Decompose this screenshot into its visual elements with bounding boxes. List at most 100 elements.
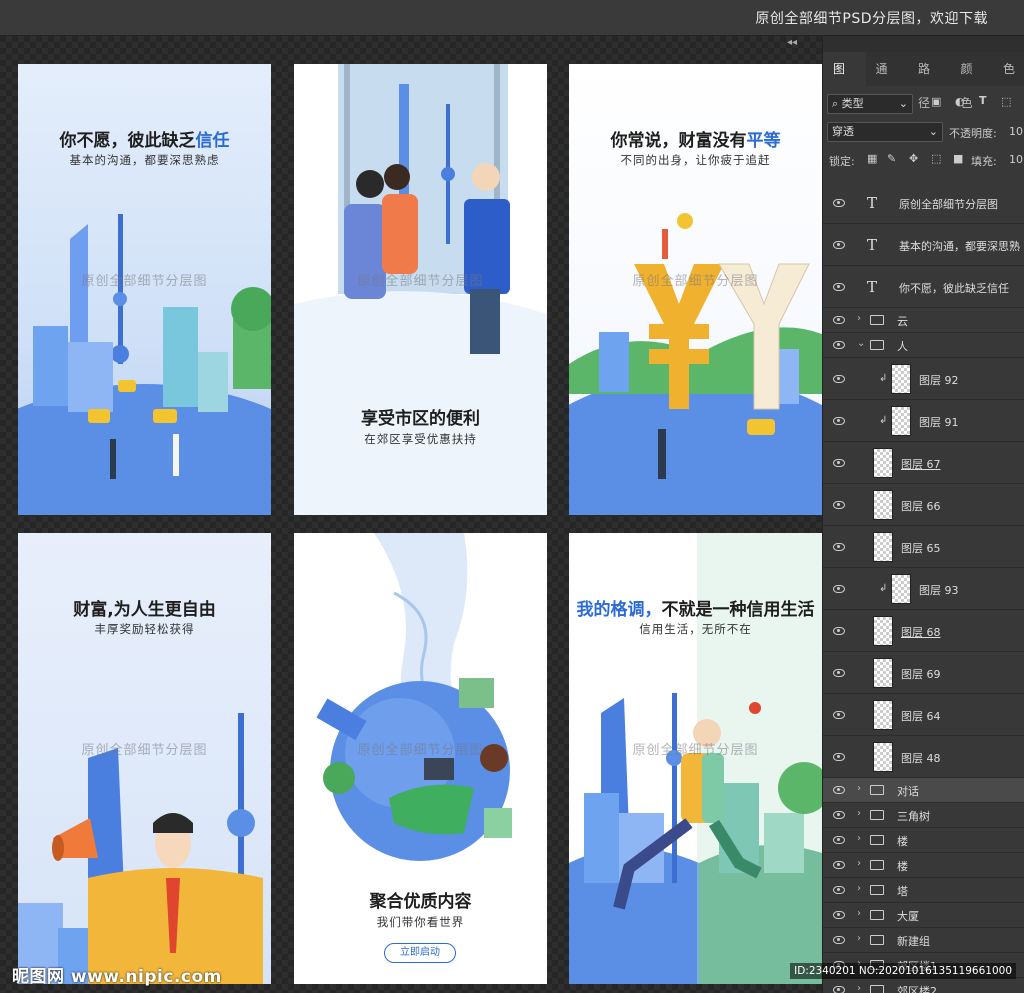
image-filter-icon[interactable]: ▣ <box>931 95 941 108</box>
lock-artboard-icon[interactable]: ⬚ <box>931 152 941 165</box>
artboard-card-wealth[interactable]: 你常说，财富没有平等 不同的出身，让你疲于追赶 原创全部细节分层图 <box>569 64 822 515</box>
folder-icon <box>870 810 884 820</box>
watermark-text: 原创全部细节分层图 <box>632 743 759 758</box>
chevron-right-icon[interactable]: › <box>857 833 861 844</box>
lock-all-icon[interactable]: ■ <box>953 152 963 165</box>
chevron-right-icon[interactable]: › <box>857 313 861 324</box>
eye-icon[interactable] <box>833 836 845 844</box>
layer-group-row[interactable]: › 大厦 <box>823 903 1024 928</box>
eye-icon[interactable] <box>833 416 845 425</box>
layer-group-row[interactable]: › 郊区楼2 <box>823 978 1024 993</box>
layer-thumbnail <box>873 741 893 772</box>
text-filter-icon[interactable]: T <box>979 94 987 107</box>
card-subtitle: 在郊区享受优惠扶持 <box>364 432 477 446</box>
layer-group-row[interactable]: ⌄ 人 <box>823 333 1024 358</box>
layer-row-pixel[interactable]: 图层 48 <box>823 736 1024 778</box>
layer-thumbnail <box>891 363 911 394</box>
eye-icon[interactable] <box>833 240 845 249</box>
layer-row-pixel[interactable]: ↲ 图层 91 <box>823 400 1024 442</box>
layer-row-pixel[interactable]: 图层 69 <box>823 652 1024 694</box>
chevron-right-icon[interactable]: › <box>857 983 861 993</box>
layer-group-row[interactable]: › 三角树 <box>823 803 1024 828</box>
artboard-card-city[interactable]: 享受市区的便利 在郊区享受优惠扶持 原创全部细节分层图 <box>294 64 547 515</box>
card-title: 我的格调，不就是一种信用生活 <box>576 600 815 620</box>
layer-row-pixel[interactable]: 图层 65 <box>823 526 1024 568</box>
fill-input[interactable]: 10 <box>1009 153 1023 166</box>
lock-move-icon[interactable]: ✥ <box>909 152 918 165</box>
eye-icon[interactable] <box>833 542 845 551</box>
folder-icon <box>870 885 884 895</box>
lock-brush-icon[interactable]: ✎ <box>887 152 896 165</box>
eye-icon[interactable] <box>833 374 845 383</box>
eye-icon[interactable] <box>833 584 845 593</box>
layer-group-row[interactable]: › 塔 <box>823 878 1024 903</box>
eye-icon[interactable] <box>833 341 845 349</box>
chevron-right-icon[interactable]: › <box>857 808 861 819</box>
eye-icon[interactable] <box>833 668 845 677</box>
chevron-right-icon[interactable]: › <box>857 933 861 944</box>
eye-icon[interactable] <box>833 282 845 291</box>
layer-group-row[interactable]: › 新建组 <box>823 928 1024 953</box>
panel-collapse-bar[interactable]: ◂◂ <box>787 36 1024 52</box>
opacity-input[interactable]: 10 <box>1009 125 1023 138</box>
eye-icon[interactable] <box>833 316 845 324</box>
tab-swatches[interactable]: 色 <box>993 52 1024 86</box>
text-layer-icon: T <box>867 277 878 296</box>
artboard-card-trust[interactable]: 你不愿，彼此缺乏信任 基本的沟通，都要深思熟虑 原创全部细节分层图 <box>18 64 271 515</box>
chevron-right-icon[interactable]: › <box>857 908 861 919</box>
lock-transparent-icon[interactable]: ▦ <box>867 152 877 165</box>
tab-channels[interactable]: 通道 <box>866 52 909 110</box>
chevron-down-icon[interactable]: ⌄ <box>857 338 865 349</box>
blend-mode-select[interactable]: 穿透 ⌄ <box>827 122 943 142</box>
eye-icon[interactable] <box>833 626 845 635</box>
layer-row-pixel[interactable]: ↲ 图层 93 <box>823 568 1024 610</box>
layer-row-text[interactable]: T 你不愿，彼此缺乏信任 <box>823 266 1024 308</box>
layer-row-text[interactable]: T 原创全部细节分层图 <box>823 182 1024 224</box>
chevron-right-icon[interactable]: › <box>857 783 861 794</box>
eye-icon[interactable] <box>833 198 845 207</box>
eye-icon[interactable] <box>833 986 845 993</box>
filter-type-select[interactable]: ⌕ 类型 ⌄ <box>827 94 913 114</box>
card-subtitle: 丰厚奖励轻松获得 <box>94 622 195 636</box>
adjustment-filter-icon[interactable]: ◐ <box>955 95 965 108</box>
layer-row-pixel[interactable]: ↲ 图层 92 <box>823 358 1024 400</box>
eye-icon[interactable] <box>833 500 845 509</box>
chevron-right-icon[interactable]: › <box>857 883 861 894</box>
artboard-card-content[interactable]: 聚合优质内容 我们带你看世界 立即启动 原创全部细节分层图 <box>294 533 547 984</box>
layer-group-row[interactable]: › 楼 <box>823 853 1024 878</box>
layer-group-row[interactable]: › 对话 <box>823 778 1024 803</box>
layer-thumbnail <box>873 699 893 730</box>
eye-icon[interactable] <box>833 911 845 919</box>
shape-filter-icon[interactable]: ⬚ <box>1001 95 1011 108</box>
layer-row-pixel[interactable]: 图层 68 <box>823 610 1024 652</box>
card-title: 财富,为人生更自由 <box>73 600 216 620</box>
eye-icon[interactable] <box>833 458 845 467</box>
card-subtitle: 不同的出身，让你疲于追赶 <box>620 153 771 167</box>
tab-color[interactable]: 颜色 <box>951 52 994 110</box>
eye-icon[interactable] <box>833 861 845 869</box>
tab-layers[interactable]: 图层 <box>823 52 866 110</box>
collapse-icon[interactable]: ◂◂ <box>787 37 797 48</box>
chevron-right-icon[interactable]: › <box>857 858 861 869</box>
card-title: 聚合优质内容 <box>369 892 472 912</box>
folder-icon <box>870 315 884 325</box>
layer-row-pixel[interactable]: 图层 67 <box>823 442 1024 484</box>
eye-icon[interactable] <box>833 786 845 794</box>
tab-paths[interactable]: 路径 <box>908 52 951 110</box>
layer-row-text[interactable]: T 基本的沟通，都要深思熟 <box>823 224 1024 266</box>
title-bar: 原创全部细节PSD分层图，欢迎下载 <box>0 0 1024 36</box>
eye-icon[interactable] <box>833 710 845 719</box>
eye-icon[interactable] <box>833 886 845 894</box>
layer-group-row[interactable]: › 楼 <box>823 828 1024 853</box>
layer-row-pixel[interactable]: 图层 64 <box>823 694 1024 736</box>
eye-icon[interactable] <box>833 936 845 944</box>
folder-open-icon <box>870 340 884 350</box>
eye-icon[interactable] <box>833 752 845 761</box>
artboard-card-freedom[interactable]: 财富,为人生更自由 丰厚奖励轻松获得 原创全部细节分层图 <box>18 533 271 984</box>
eye-icon[interactable] <box>833 811 845 819</box>
layers-panel: ◂◂ 图层 通道 路径 颜色 色 ⌕ 类型 ⌄ ▣ ◐ T ⬚ 穿透⌄ 不透明度… <box>787 36 1024 993</box>
layer-row-pixel[interactable]: 图层 66 <box>823 484 1024 526</box>
artboard-card-credit[interactable]: 我的格调，不就是一种信用生活 信用生活，无所不在 原创全部细节分层图 <box>569 533 822 984</box>
layer-group-row[interactable]: › 云 <box>823 308 1024 333</box>
start-now-button[interactable]: 立即启动 <box>384 943 456 963</box>
